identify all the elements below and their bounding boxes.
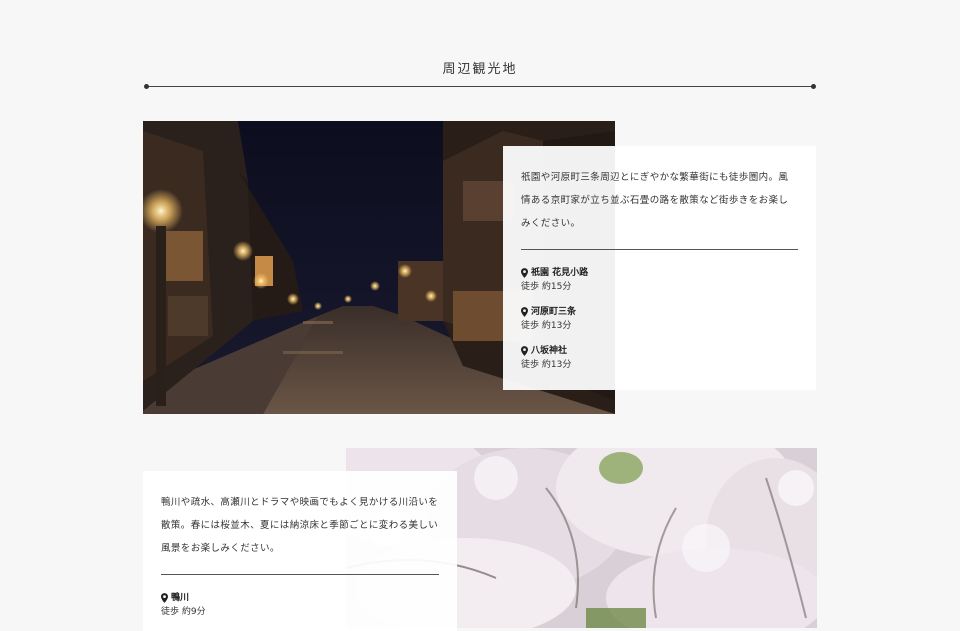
spot-walk-time: 徒歩 約13分 xyxy=(521,360,572,370)
spot-walk-time: 徒歩 約15分 xyxy=(521,282,572,292)
spot-item: 八坂神社 徒歩 約13分 xyxy=(521,344,798,373)
spot-name: 祇園 花見小路 xyxy=(531,268,589,278)
map-pin-icon xyxy=(521,268,528,278)
map-pin-icon xyxy=(521,346,528,356)
card-divider xyxy=(521,249,798,250)
card-divider xyxy=(161,574,439,575)
spot-item: 祇園 花見小路 徒歩 約15分 xyxy=(521,266,798,295)
gion-info-card: 祇園や河原町三条周辺とにぎやかな繁華街にも徒歩圏内。風情ある京町家が立ち並ぶ石畳… xyxy=(503,146,816,390)
spot-item: 河原町三条 徒歩 約13分 xyxy=(521,305,798,334)
spot-name: 河原町三条 xyxy=(531,307,577,317)
spot-name: 八坂神社 xyxy=(531,346,568,356)
divider-dot-right xyxy=(811,84,816,89)
divider-dot-left xyxy=(144,84,149,89)
card-description: 鴨川や疏水、高瀬川とドラマや映画でもよく見かける川沿いを散策。春には桜並木、夏に… xyxy=(161,497,439,554)
section-title: 周辺観光地 xyxy=(442,62,518,77)
spot-name: 鴨川 xyxy=(171,593,190,603)
map-pin-icon xyxy=(161,593,168,603)
card-description: 祇園や河原町三条周辺とにぎやかな繁華街にも徒歩圏内。風情ある京町家が立ち並ぶ石畳… xyxy=(521,172,789,229)
title-divider xyxy=(144,84,816,89)
map-pin-icon xyxy=(521,307,528,317)
spot-walk-time: 徒歩 約9分 xyxy=(161,607,206,617)
spot-walk-time: 徒歩 約13分 xyxy=(521,321,572,331)
kamogawa-info-card: 鴨川や疏水、高瀬川とドラマや映画でもよく見かける川沿いを散策。春には桜並木、夏に… xyxy=(143,471,457,631)
